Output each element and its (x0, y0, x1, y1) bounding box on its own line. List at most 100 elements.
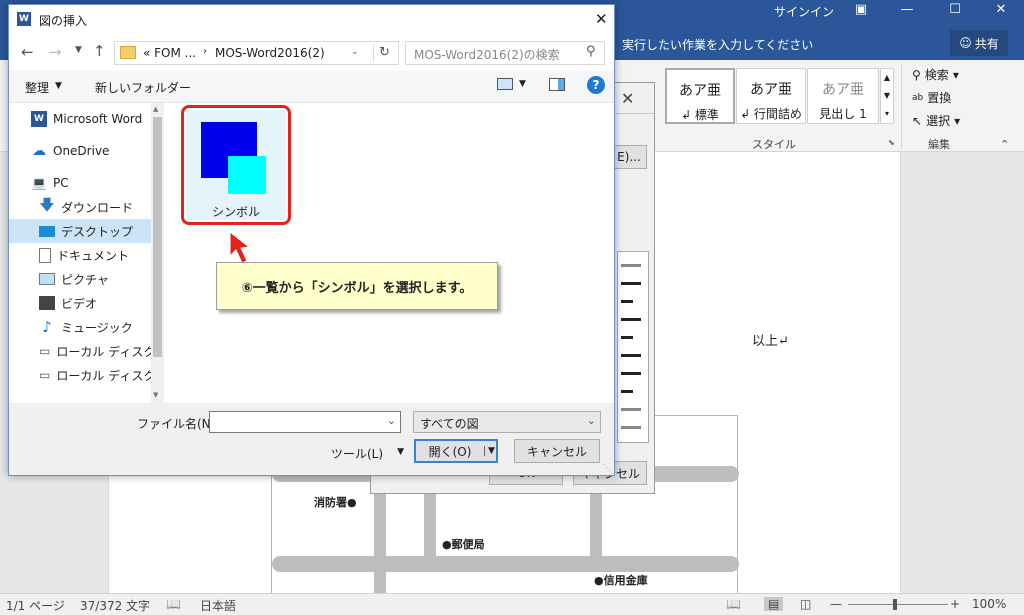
breadcrumb-mos[interactable]: MOS-Word2016(2) (215, 46, 325, 60)
replace-button[interactable]: ab 置換 (912, 89, 951, 106)
style-heading1[interactable]: あア亜 見出し 1 (807, 68, 879, 124)
dropdown-icon: ▾ (954, 113, 961, 128)
navigation-pane: W Microsoft Word ☁ OneDrive 💻 PC 🡇 ダウンロード デス… (9, 103, 164, 403)
close-word-icon[interactable]: ✕ (978, 0, 1024, 22)
insert-picture-dialog: W 図の挿入 ✕ ← → ▼ ↑ « FOM ... › MOS-Word201… (8, 4, 615, 476)
status-page[interactable]: 1/1 ページ (6, 597, 65, 614)
new-folder-button[interactable]: 新しいフォルダー (95, 79, 191, 96)
up-arrow-icon[interactable]: ↑ (93, 42, 106, 60)
signin-link[interactable]: サインイン (774, 3, 834, 20)
scroll-up-icon[interactable]: ▲ (153, 105, 158, 113)
doc-text-ijou: 以上↵ (752, 334, 789, 349)
dropdown-icon: ▼ (55, 81, 62, 91)
zoom-thumb[interactable] (893, 599, 897, 610)
drive-icon: ▭ (39, 368, 51, 382)
zoom-level[interactable]: 100% (972, 597, 1006, 611)
preview-line (621, 372, 641, 375)
zoom-slider[interactable] (848, 604, 948, 605)
search-icon[interactable]: ⚲ (586, 44, 596, 59)
minimize-icon[interactable]: — (884, 0, 930, 22)
cancel-button[interactable]: キャンセル (514, 439, 600, 463)
print-layout-icon[interactable]: ▤ (764, 597, 784, 611)
desktop-icon (39, 225, 55, 237)
breadcrumb-fom[interactable]: « FOM ... (143, 46, 196, 60)
map-label-bank: ●信用金庫 (594, 574, 648, 587)
view-dropdown-icon[interactable]: ▼ (519, 79, 526, 89)
filetype-select[interactable]: すべての図 ⌄ (413, 411, 601, 433)
web-layout-icon[interactable]: ◫ (800, 597, 811, 611)
preview-line (621, 408, 641, 411)
zoom-in-icon[interactable]: + (950, 597, 960, 611)
preview-line (621, 318, 641, 321)
find-button[interactable]: ⚲ 検索 ▾ (912, 66, 959, 83)
filename-input[interactable]: ⌄ (209, 411, 401, 433)
open-button[interactable]: 開く(O) ▼ (414, 439, 498, 463)
tell-me-input[interactable]: 実行したい作業を入力してください (622, 36, 813, 53)
search-box[interactable]: MOS-Word2016(2)の検索 ⚲ (405, 41, 605, 65)
document-icon (39, 247, 51, 263)
nav-item-local-disk-d[interactable]: ▭ローカル ディスク (D (39, 363, 159, 387)
folder-icon (120, 46, 136, 59)
nav-item-local-disk-c[interactable]: ▭ローカル ディスク (C (39, 339, 159, 363)
select-button[interactable]: ↖ 選択 ▾ (912, 112, 960, 129)
scroll-thumb[interactable] (153, 117, 162, 357)
forward-arrow-icon[interactable]: → (49, 43, 62, 61)
nav-scrollbar[interactable]: ▲ ▼ (151, 103, 164, 403)
word-app-icon: W (17, 12, 31, 26)
map-label-fire: 消防署● (314, 496, 357, 509)
resize-grip-icon[interactable]: ⋱ (603, 463, 611, 472)
organize-button[interactable]: 整理 ▼ (25, 79, 62, 96)
under-close-icon[interactable]: ✕ (621, 89, 634, 108)
ribbon-display-options-icon[interactable]: ▣ (838, 0, 884, 22)
drive-icon: ▭ (39, 344, 51, 358)
instruction-callout: ⑥一覧から「シンボル」を選択します。 (216, 262, 498, 310)
dropdown-icon: ▼ (397, 447, 404, 457)
recent-dropdown-icon[interactable]: ▼ (75, 45, 82, 55)
maximize-icon[interactable]: ☐ (932, 0, 978, 22)
style-normal[interactable]: あア亜 ↲ 標準 (665, 68, 735, 124)
map-road (272, 556, 739, 572)
back-arrow-icon[interactable]: ← (21, 43, 34, 61)
filetype-dropdown-icon[interactable]: ⌄ (587, 414, 596, 427)
proofing-icon[interactable]: 📖 (166, 597, 181, 611)
address-dropdown-icon[interactable]: ⌄ (351, 47, 359, 57)
file-name-label: シンボル (211, 205, 260, 219)
refresh-icon[interactable]: ↻ (379, 45, 390, 60)
view-options-icon[interactable] (497, 78, 513, 90)
computer-icon: 💻 (31, 176, 47, 190)
zoom-out-icon[interactable]: — (830, 597, 842, 611)
dropdown-icon: ▾ (952, 67, 959, 82)
dialog-close-icon[interactable]: ✕ (595, 10, 608, 28)
dialog-launcher-icon[interactable]: ⬊ (888, 138, 895, 147)
word-icon: W (31, 111, 47, 127)
style-no-spacing[interactable]: あア亜 ↲ 行間詰め (736, 68, 806, 124)
search-placeholder: MOS-Word2016(2)の検索 (414, 48, 560, 62)
file-item-symbol[interactable]: シンボル (186, 110, 286, 220)
nav-item-desktop[interactable]: デスクトップ (9, 219, 156, 243)
preview-line (621, 390, 633, 393)
help-icon[interactable]: ? (587, 76, 605, 94)
ribbon-divider (901, 64, 902, 148)
status-bar: 1/1 ページ 37/372 文字 📖 日本語 📖 ▤ ◫ — + 100% (0, 593, 1024, 615)
scroll-down-icon[interactable]: ▼ (153, 391, 158, 399)
nav-item-onedrive[interactable]: ☁ OneDrive (31, 139, 171, 163)
nav-item-microsoft-word[interactable]: W Microsoft Word (31, 107, 171, 131)
dialog-footer: ファイル名(N): ⌄ すべての図 ⌄ ツール(L) ▼ 開く(O) ▼ キャンセ… (9, 403, 614, 475)
under-options-button[interactable]: E)... (611, 145, 647, 169)
share-button[interactable]: ☺ 共有 (950, 30, 1008, 56)
collapse-ribbon-icon[interactable]: ⌃ (1000, 138, 1009, 151)
cloud-icon: ☁ (32, 143, 46, 159)
address-bar[interactable]: « FOM ... › MOS-Word2016(2) ⌄ ↻ (114, 41, 399, 65)
dialog-titlebar: W 図の挿入 ✕ (9, 5, 614, 35)
nav-item-pc[interactable]: 💻 PC (31, 171, 171, 195)
tools-button[interactable]: ツール(L) ▼ (331, 445, 404, 462)
read-mode-icon[interactable]: 📖 (726, 597, 741, 611)
status-language[interactable]: 日本語 (200, 597, 236, 614)
preview-pane-icon[interactable] (549, 78, 565, 91)
style-scroll-icon[interactable]: ▲ ▼ ▾ (880, 68, 894, 124)
filename-dropdown-icon[interactable]: ⌄ (387, 414, 396, 427)
document-margin (901, 152, 1024, 593)
open-dropdown-icon[interactable]: ▼ (484, 446, 495, 456)
status-words[interactable]: 37/372 文字 (80, 597, 150, 614)
share-label: 共有 (974, 36, 999, 51)
